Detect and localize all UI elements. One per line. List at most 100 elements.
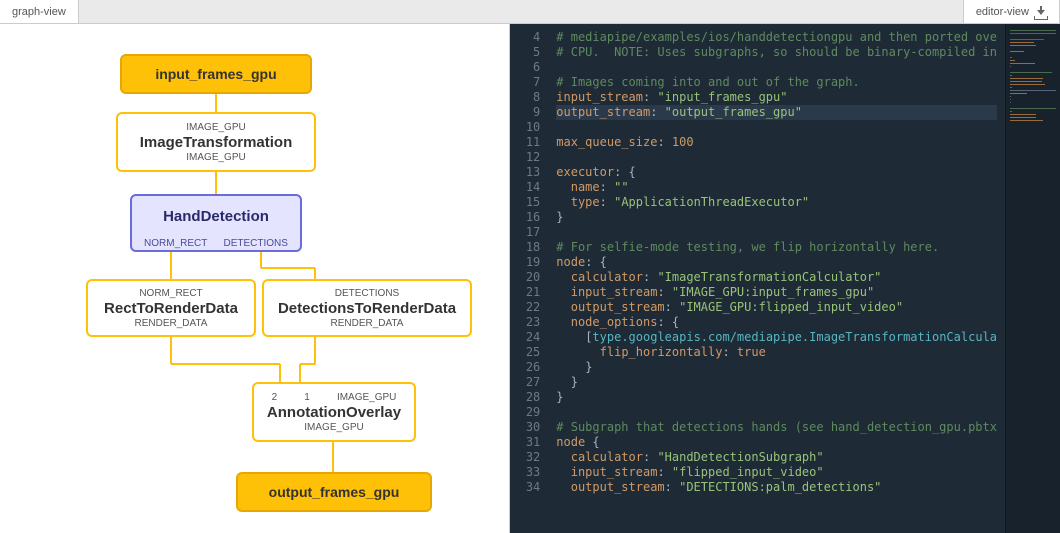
line-number: 6 (514, 60, 540, 75)
code-line: } (556, 210, 997, 225)
code-line: output_stream: "IMAGE_GPU:flipped_input_… (556, 300, 997, 315)
line-number: 21 (514, 285, 540, 300)
node-title: RectToRenderData (88, 300, 254, 317)
port-label: 1 (304, 392, 310, 403)
code-line: calculator: "HandDetectionSubgraph" (556, 450, 997, 465)
node-image-transformation[interactable]: IMAGE_GPU ImageTransformation IMAGE_GPU (116, 112, 316, 172)
port-label: NORM_RECT (144, 238, 207, 249)
line-number: 9 (514, 105, 540, 120)
tab-label: editor-view (976, 6, 1029, 18)
code-line (556, 120, 997, 135)
node-hand-detection[interactable]: HandDetection NORM_RECT DETECTIONS (130, 194, 302, 252)
line-number: 11 (514, 135, 540, 150)
port-label: NORM_RECT (139, 288, 202, 299)
line-number: 34 (514, 480, 540, 495)
code-line: executor: { (556, 165, 997, 180)
code-line: node: { (556, 255, 997, 270)
line-number: 15 (514, 195, 540, 210)
line-number: 16 (514, 210, 540, 225)
code-line: flip_horizontally: true (556, 345, 997, 360)
line-number: 25 (514, 345, 540, 360)
line-number: 5 (514, 45, 540, 60)
line-number: 10 (514, 120, 540, 135)
line-number: 4 (514, 30, 540, 45)
code-line: # Images coming into and out of the grap… (556, 75, 997, 90)
code-line: # For selfie-mode testing, we flip horiz… (556, 240, 997, 255)
tab-bar: graph-view editor-view (0, 0, 1060, 24)
port-label: IMAGE_GPU (304, 422, 363, 433)
node-title: DetectionsToRenderData (264, 300, 470, 317)
minimap[interactable] (1005, 24, 1060, 533)
code-line (556, 405, 997, 420)
line-number: 20 (514, 270, 540, 285)
line-number: 29 (514, 405, 540, 420)
port-label: IMAGE_GPU (337, 392, 396, 403)
code-line: input_stream: "input_frames_gpu" (556, 90, 997, 105)
graph-pane[interactable]: input_frames_gpu IMAGE_GPU ImageTransfor… (0, 24, 510, 533)
node-title: output_frames_gpu (238, 484, 430, 500)
tab-graph-view[interactable]: graph-view (0, 0, 79, 23)
node-output-frames-gpu[interactable]: output_frames_gpu (236, 472, 432, 512)
node-title: HandDetection (132, 208, 300, 225)
code-line: input_stream: "flipped_input_video" (556, 465, 997, 480)
download-icon[interactable] (1035, 6, 1047, 18)
code-line (556, 225, 997, 240)
line-number: 26 (514, 360, 540, 375)
code-line: output_stream: "output_frames_gpu" (556, 105, 997, 120)
line-number: 12 (514, 150, 540, 165)
tab-editor-view[interactable]: editor-view (963, 0, 1060, 23)
code-line: [type.googleapis.com/mediapipe.ImageTran… (556, 330, 997, 345)
line-number: 13 (514, 165, 540, 180)
port-label: DETECTIONS (223, 238, 287, 249)
code-line: node { (556, 435, 997, 450)
line-number: 23 (514, 315, 540, 330)
line-number: 7 (514, 75, 540, 90)
port-label: RENDER_DATA (331, 318, 404, 329)
code-line: } (556, 360, 997, 375)
code-line (556, 60, 997, 75)
node-detections-to-render-data[interactable]: DETECTIONS DetectionsToRenderData RENDER… (262, 279, 472, 337)
port-label: DETECTIONS (335, 288, 399, 299)
line-number: 33 (514, 465, 540, 480)
code-line: calculator: "ImageTransformationCalculat… (556, 270, 997, 285)
code-line: input_stream: "IMAGE_GPU:input_frames_gp… (556, 285, 997, 300)
line-number: 32 (514, 450, 540, 465)
main-panes: input_frames_gpu IMAGE_GPU ImageTransfor… (0, 24, 1060, 533)
tab-label: graph-view (12, 6, 66, 18)
node-input-frames-gpu[interactable]: input_frames_gpu (120, 54, 312, 94)
code-line: output_stream: "DETECTIONS:palm_detectio… (556, 480, 997, 495)
code-line: name: "" (556, 180, 997, 195)
node-title: ImageTransformation (118, 134, 314, 151)
port-label: RENDER_DATA (135, 318, 208, 329)
line-gutter: 4567891011121314151617181920212223242526… (510, 24, 548, 533)
code-line: node_options: { (556, 315, 997, 330)
code-line: # Subgraph that detections hands (see ha… (556, 420, 997, 435)
line-number: 28 (514, 390, 540, 405)
line-number: 27 (514, 375, 540, 390)
node-title: input_frames_gpu (122, 66, 310, 82)
line-number: 31 (514, 435, 540, 450)
code-line: } (556, 390, 997, 405)
code-line: # CPU. NOTE: Uses subgraphs, so should b… (556, 45, 997, 60)
line-number: 17 (514, 225, 540, 240)
line-number: 30 (514, 420, 540, 435)
code-line: type: "ApplicationThreadExecutor" (556, 195, 997, 210)
node-annotation-overlay[interactable]: 2 1 IMAGE_GPU AnnotationOverlay IMAGE_GP… (252, 382, 416, 442)
port-label: IMAGE_GPU (186, 122, 245, 133)
port-label: 2 (272, 392, 278, 403)
node-rect-to-render-data[interactable]: NORM_RECT RectToRenderData RENDER_DATA (86, 279, 256, 337)
code-area[interactable]: # mediapipe/examples/ios/handdetectiongp… (548, 24, 1005, 533)
line-number: 18 (514, 240, 540, 255)
line-number: 24 (514, 330, 540, 345)
line-number: 14 (514, 180, 540, 195)
line-number: 19 (514, 255, 540, 270)
line-number: 22 (514, 300, 540, 315)
code-line: max_queue_size: 100 (556, 135, 997, 150)
code-line: } (556, 375, 997, 390)
line-number: 8 (514, 90, 540, 105)
node-title: AnnotationOverlay (254, 404, 414, 421)
code-line: # mediapipe/examples/ios/handdetectiongp… (556, 30, 997, 45)
code-line (556, 150, 997, 165)
port-label: IMAGE_GPU (186, 152, 245, 163)
editor-pane[interactable]: 4567891011121314151617181920212223242526… (510, 24, 1060, 533)
